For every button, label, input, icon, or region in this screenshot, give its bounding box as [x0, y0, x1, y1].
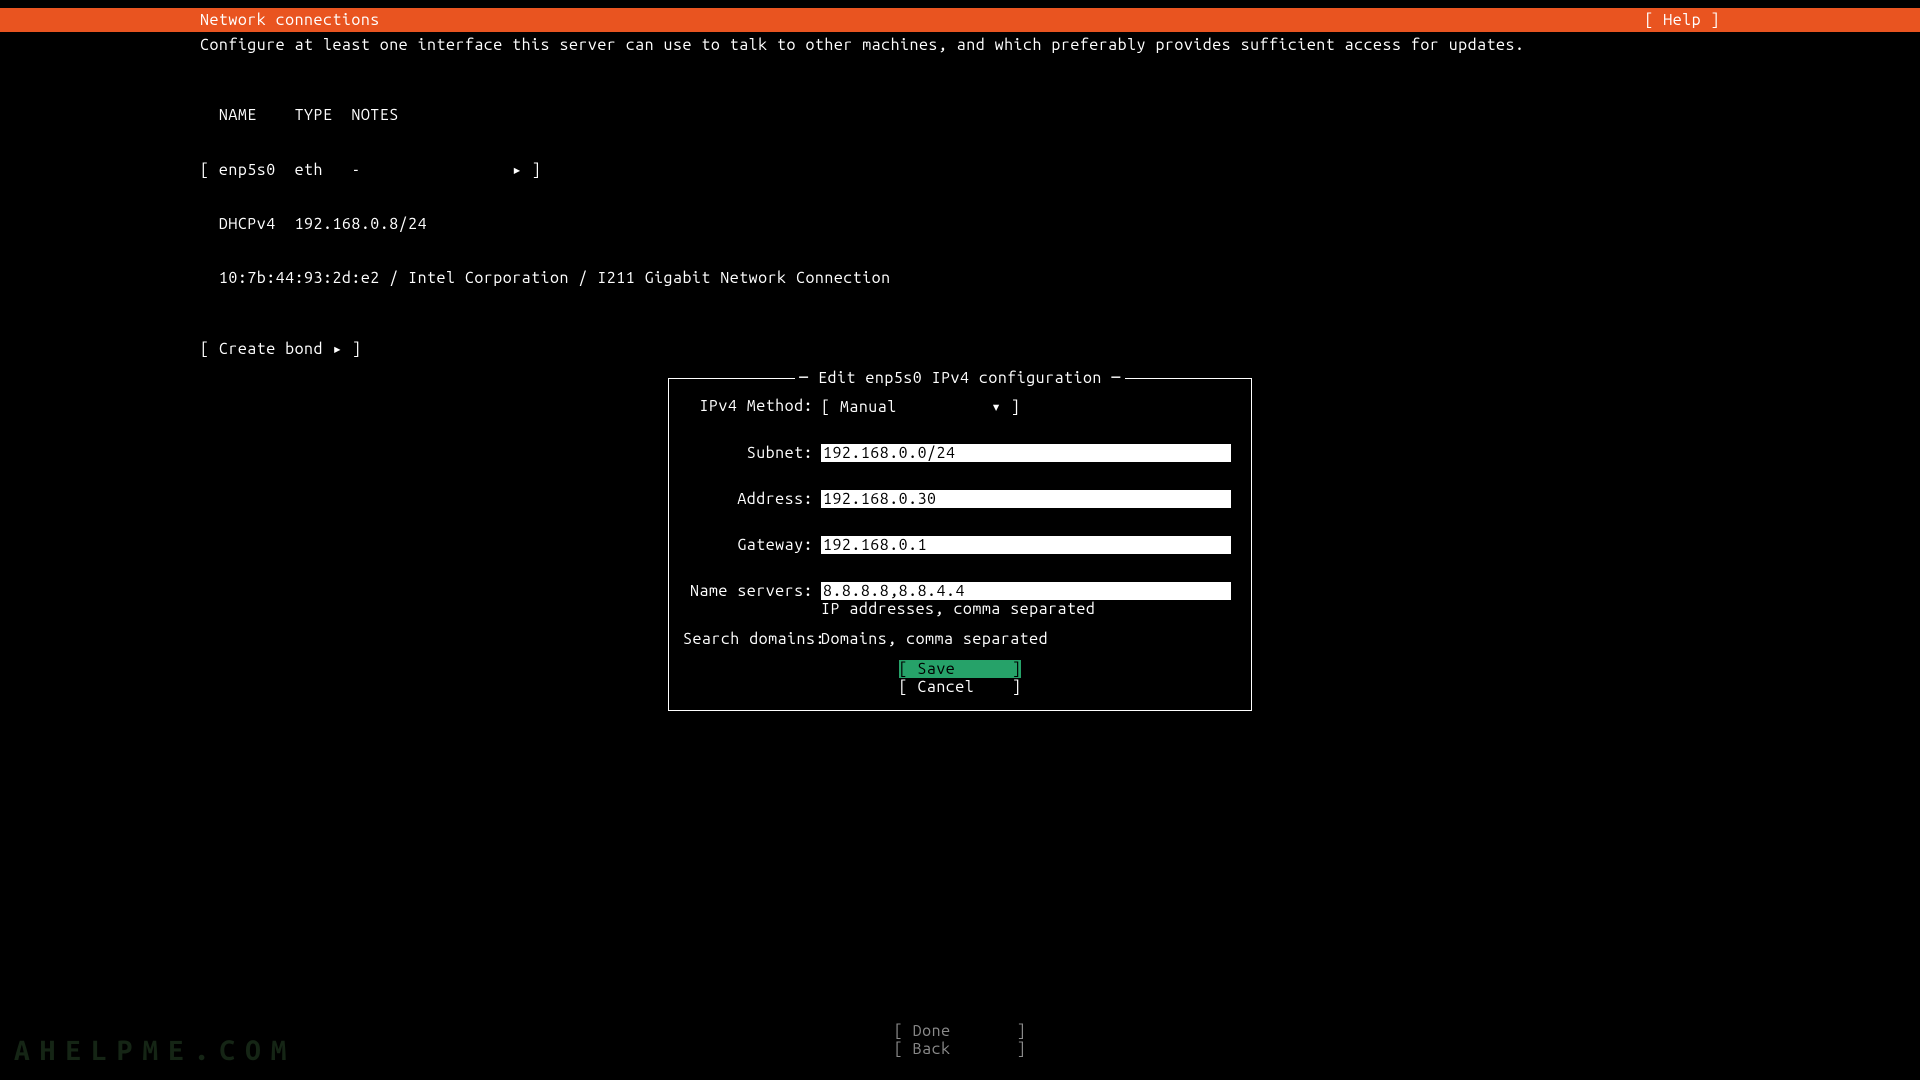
nameservers-hint: IP addresses, comma separated — [821, 600, 1237, 618]
dialog-title: ─ Edit enp5s0 IPv4 configuration ─ — [795, 369, 1125, 387]
method-label: IPv4 Method: — [683, 397, 813, 416]
subnet-label: Subnet: — [683, 444, 813, 462]
watermark: AHELPME.COM — [14, 1035, 296, 1066]
nameservers-label: Name servers: — [683, 582, 813, 618]
search-domains-hint: Domains, comma separated — [821, 630, 1237, 648]
interface-row-enp5s0[interactable]: [ enp5s0 eth - ▸ ] — [200, 160, 1720, 179]
ipv4-method-select[interactable]: [ Manual ▾ ] — [821, 398, 1020, 416]
help-button[interactable]: [ Help ] — [1644, 11, 1720, 29]
cancel-button[interactable]: [ Cancel ] — [899, 678, 1022, 696]
ipv4-config-dialog: ─ Edit enp5s0 IPv4 configuration ─ IPv4 … — [668, 378, 1252, 711]
address-label: Address: — [683, 490, 813, 508]
interface-dhcp-info: DHCPv4 192.168.0.8/24 — [200, 215, 1720, 233]
create-bond-button[interactable]: [ Create bond ▸ ] — [200, 339, 1720, 358]
page-title: Network connections — [200, 11, 380, 29]
main-content: Configure at least one interface this se… — [0, 32, 1920, 362]
header-bar: Network connections [ Help ] — [0, 8, 1920, 32]
interface-header-row: NAME TYPE NOTES — [200, 106, 1720, 124]
done-button[interactable]: [ Done ] — [894, 1022, 1026, 1040]
gateway-input[interactable]: 192.168.0.1 — [821, 536, 1231, 554]
description-text: Configure at least one interface this se… — [200, 36, 1720, 54]
nameservers-input[interactable]: 8.8.8.8,8.8.4.4 — [821, 582, 1231, 600]
interface-list: NAME TYPE NOTES [ enp5s0 eth - ▸ ] DHCPv… — [200, 70, 1720, 323]
save-button[interactable]: [ Save ] — [899, 660, 1022, 678]
interface-hw-info: 10:7b:44:93:2d:e2 / Intel Corporation / … — [200, 269, 1720, 287]
subnet-input[interactable]: 192.168.0.0/24 — [821, 444, 1231, 462]
gateway-label: Gateway: — [683, 536, 813, 554]
footer-buttons: [ Done ] [ Back ] — [894, 1022, 1026, 1058]
search-domains-label: Search domains: — [683, 630, 813, 648]
back-button[interactable]: [ Back ] — [894, 1040, 1026, 1058]
address-input[interactable]: 192.168.0.30 — [821, 490, 1231, 508]
